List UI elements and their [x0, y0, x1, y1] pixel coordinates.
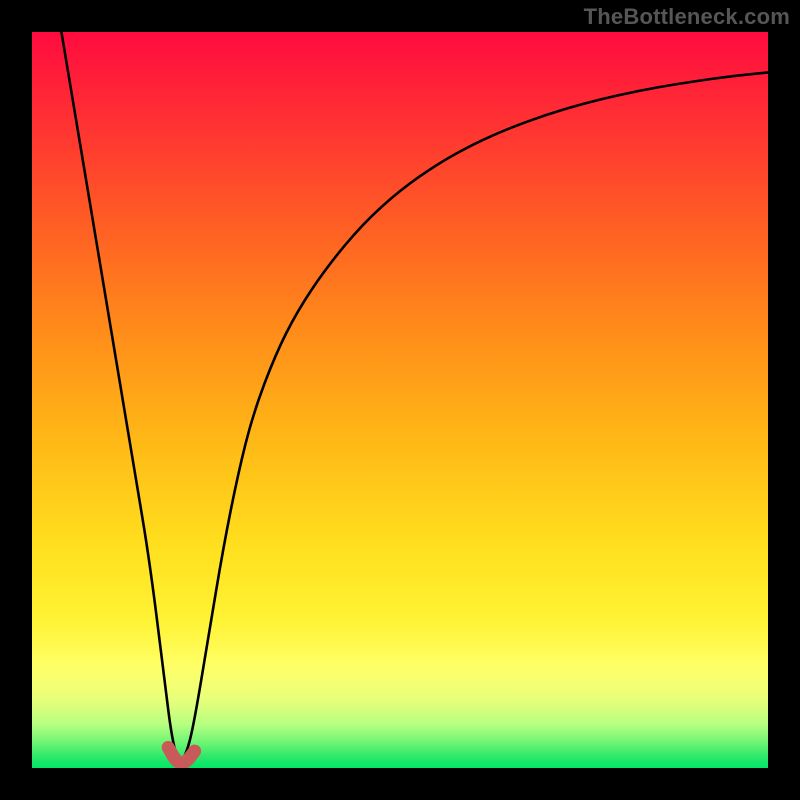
- gradient-background: [32, 32, 768, 768]
- chart-frame: { "watermark": "TheBottleneck.com", "plo…: [0, 0, 800, 800]
- watermark-text: TheBottleneck.com: [584, 4, 790, 30]
- bottleneck-chart: [0, 0, 800, 800]
